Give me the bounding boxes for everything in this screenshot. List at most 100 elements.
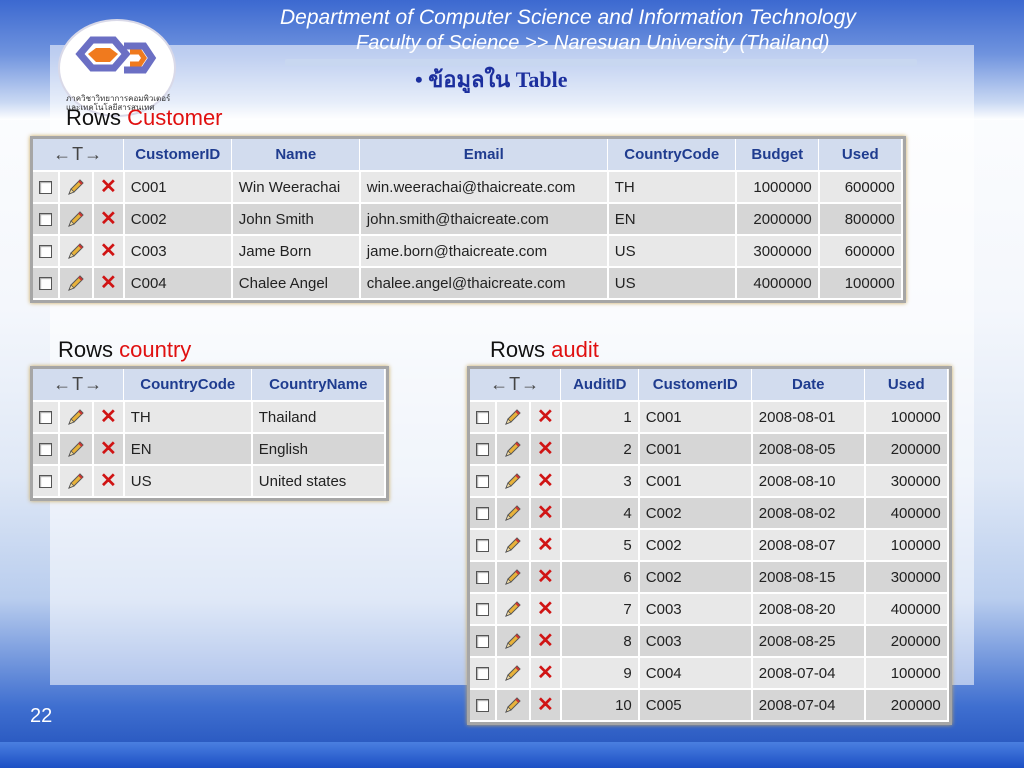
row-delete-cell: ✕ xyxy=(530,497,562,530)
cell-used: 100000 xyxy=(864,657,949,690)
delete-x-icon[interactable]: ✕ xyxy=(537,598,554,620)
delete-x-icon[interactable]: ✕ xyxy=(100,240,117,262)
cell-used: 200000 xyxy=(864,433,949,466)
delete-x-icon[interactable]: ✕ xyxy=(100,272,117,294)
checkbox-icon[interactable] xyxy=(39,277,52,291)
column-header-countrycode[interactable]: CountryCode xyxy=(123,369,253,402)
row-select-cell xyxy=(470,593,497,626)
delete-x-icon[interactable]: ✕ xyxy=(100,438,117,460)
row-select-cell xyxy=(470,401,497,434)
column-header-customerid[interactable]: CustomerID xyxy=(638,369,753,402)
delete-x-icon[interactable]: ✕ xyxy=(537,470,554,492)
cell-countrycode: US xyxy=(607,235,737,268)
row-delete-cell: ✕ xyxy=(530,465,562,498)
checkbox-icon[interactable] xyxy=(476,667,489,681)
pencil-icon[interactable] xyxy=(66,439,86,459)
cell-used: 800000 xyxy=(818,203,903,236)
delete-x-icon[interactable]: ✕ xyxy=(537,406,554,428)
checkbox-icon[interactable] xyxy=(39,181,52,195)
pencil-icon[interactable] xyxy=(503,599,523,619)
checkbox-icon[interactable] xyxy=(39,213,52,227)
row-select-cell xyxy=(33,465,60,498)
checkbox-icon[interactable] xyxy=(39,411,52,425)
delete-x-icon[interactable]: ✕ xyxy=(100,208,117,230)
delete-x-icon[interactable]: ✕ xyxy=(537,438,554,460)
row-edit-cell xyxy=(496,465,531,498)
pencil-icon[interactable] xyxy=(66,209,86,229)
row-edit-cell xyxy=(496,593,531,626)
pencil-icon[interactable] xyxy=(503,407,523,427)
cell-budget: 1000000 xyxy=(735,171,820,204)
column-header-date[interactable]: Date xyxy=(751,369,866,402)
row-edit-cell xyxy=(496,561,531,594)
checkbox-icon[interactable] xyxy=(476,603,489,617)
delete-x-icon[interactable]: ✕ xyxy=(537,662,554,684)
cell-customerid: C004 xyxy=(123,267,233,300)
checkbox-icon[interactable] xyxy=(476,635,489,649)
pencil-icon[interactable] xyxy=(66,177,86,197)
slide-heading: • ข้อมูลใน Table xyxy=(415,62,568,97)
cell-used: 100000 xyxy=(864,401,949,434)
pencil-icon[interactable] xyxy=(503,567,523,587)
pencil-icon[interactable] xyxy=(66,241,86,261)
column-header-countrycode[interactable]: CountryCode xyxy=(607,139,737,172)
checkbox-icon[interactable] xyxy=(476,475,489,489)
pencil-icon[interactable] xyxy=(66,407,86,427)
checkbox-icon[interactable] xyxy=(476,411,489,425)
customer-table-frame: ←T→ CustomerID Name Email CountryCode Budget U… xyxy=(30,136,906,303)
column-header-email[interactable]: Email xyxy=(359,139,609,172)
checkbox-icon[interactable] xyxy=(476,443,489,457)
row-delete-cell: ✕ xyxy=(93,267,125,300)
pencil-icon[interactable] xyxy=(503,631,523,651)
table-row: ✕ 4 C002 2008-08-02 400000 xyxy=(470,497,949,530)
cell-customerid: C005 xyxy=(638,689,753,722)
table-row: ✕ 8 C003 2008-08-25 200000 xyxy=(470,625,949,658)
column-header-budget[interactable]: Budget xyxy=(735,139,820,172)
column-header-customerid[interactable]: CustomerID xyxy=(123,139,233,172)
row-edit-cell xyxy=(496,529,531,562)
delete-x-icon[interactable]: ✕ xyxy=(100,406,117,428)
column-header-countryname[interactable]: CountryName xyxy=(251,369,386,402)
pencil-icon[interactable] xyxy=(503,695,523,715)
pencil-icon[interactable] xyxy=(66,273,86,293)
customer-label-name: Customer xyxy=(127,105,223,130)
table-row: ✕ 5 C002 2008-08-07 100000 xyxy=(470,529,949,562)
sort-arrows-header[interactable]: ←T→ xyxy=(33,369,125,402)
delete-x-icon[interactable]: ✕ xyxy=(100,470,117,492)
pencil-icon[interactable] xyxy=(503,439,523,459)
delete-x-icon[interactable]: ✕ xyxy=(537,694,554,716)
row-delete-cell: ✕ xyxy=(530,625,562,658)
cell-customerid: C003 xyxy=(123,235,233,268)
pencil-icon[interactable] xyxy=(66,471,86,491)
delete-x-icon[interactable]: ✕ xyxy=(537,502,554,524)
delete-x-icon[interactable]: ✕ xyxy=(537,566,554,588)
checkbox-icon[interactable] xyxy=(476,507,489,521)
cell-email: chalee.angel@thaicreate.com xyxy=(359,267,609,300)
checkbox-icon[interactable] xyxy=(476,699,489,713)
column-header-used[interactable]: Used xyxy=(818,139,903,172)
table-row: ✕ C001 Win Weerachai win.weerachai@thaicrea… xyxy=(33,171,903,204)
column-header-auditid[interactable]: AuditID xyxy=(560,369,640,402)
heading-table: Table xyxy=(515,67,568,92)
checkbox-icon[interactable] xyxy=(39,245,52,259)
checkbox-icon[interactable] xyxy=(39,475,52,489)
column-header-used[interactable]: Used xyxy=(864,369,949,402)
delete-x-icon[interactable]: ✕ xyxy=(537,534,554,556)
delete-x-icon[interactable]: ✕ xyxy=(537,630,554,652)
cell-countrycode: EN xyxy=(607,203,737,236)
header-row: ←T→ AuditID CustomerID Date Used xyxy=(470,369,949,402)
delete-x-icon[interactable]: ✕ xyxy=(100,176,117,198)
row-delete-cell: ✕ xyxy=(530,529,562,562)
sort-arrows-header[interactable]: ←T→ xyxy=(470,369,562,402)
pencil-icon[interactable] xyxy=(503,471,523,491)
checkbox-icon[interactable] xyxy=(476,539,489,553)
pencil-icon[interactable] xyxy=(503,535,523,555)
column-header-name[interactable]: Name xyxy=(231,139,361,172)
pencil-icon[interactable] xyxy=(503,503,523,523)
checkbox-icon[interactable] xyxy=(39,443,52,457)
table-row: ✕ 2 C001 2008-08-05 200000 xyxy=(470,433,949,466)
pencil-icon[interactable] xyxy=(503,663,523,683)
sort-arrows-header[interactable]: ←T→ xyxy=(33,139,125,172)
checkbox-icon[interactable] xyxy=(476,571,489,585)
column-arrows-icon: ←T→ xyxy=(490,374,541,394)
